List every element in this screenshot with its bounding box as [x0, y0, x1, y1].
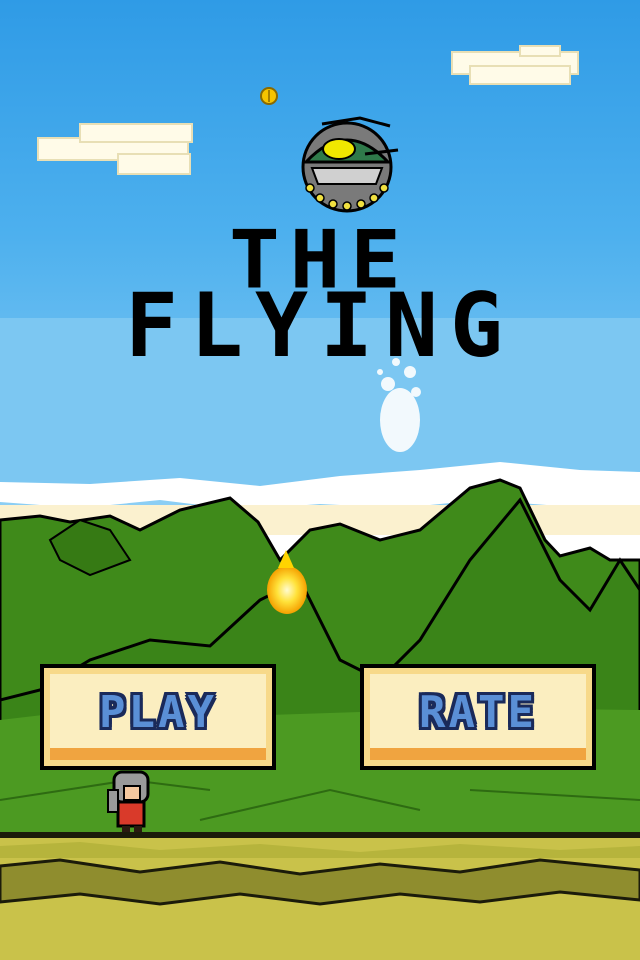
game-title-line-2: FLYING [125, 274, 515, 377]
rate-button[interactable]: RATE [360, 664, 596, 770]
play-button-label: PLAY [99, 686, 217, 738]
rate-button-label: RATE [419, 686, 537, 738]
play-button[interactable]: PLAY [40, 664, 276, 770]
ground-top-edge [0, 832, 640, 838]
coin-icon [260, 87, 278, 105]
game-scene [0, 0, 640, 960]
cloud-top-right [451, 45, 579, 85]
